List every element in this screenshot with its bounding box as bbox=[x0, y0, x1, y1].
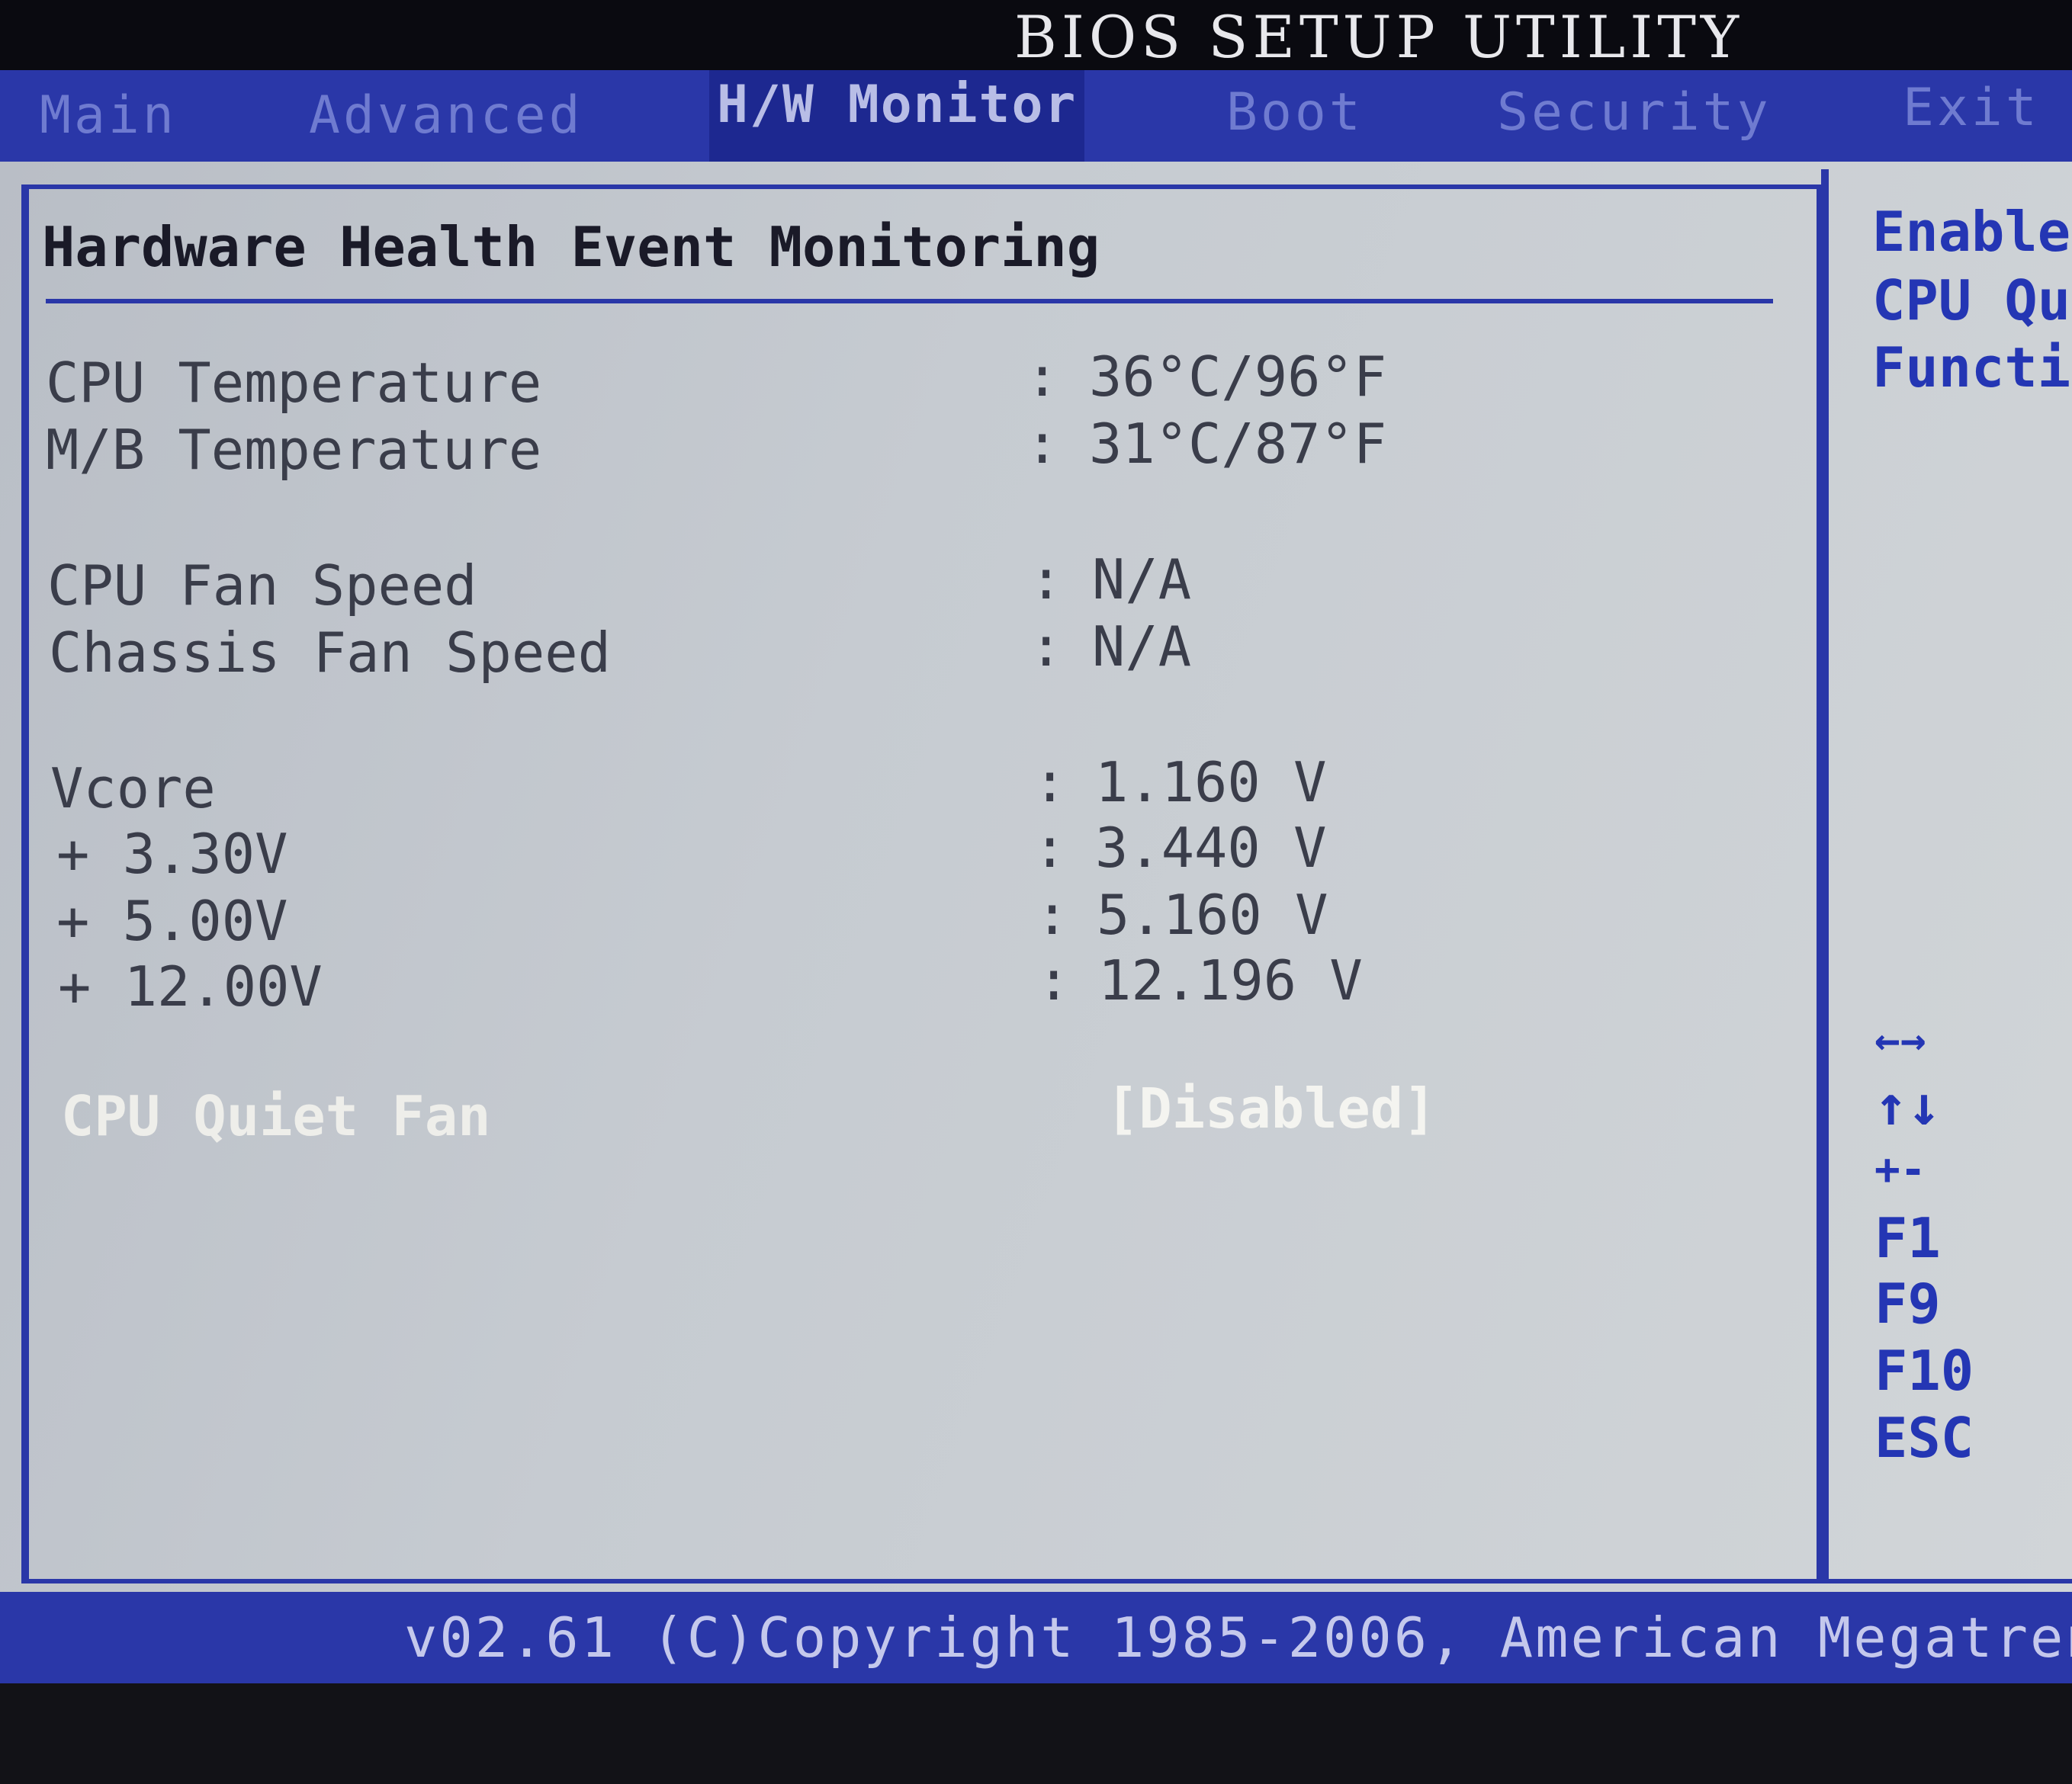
help-text-line: Enable bbox=[1872, 200, 2071, 264]
copyright-text: v02.61 (C)Copyright 1985-2006, American … bbox=[404, 1606, 2072, 1670]
separator-colon: : bbox=[1033, 750, 1067, 814]
key-f9: F9 bbox=[1874, 1272, 1941, 1336]
separator-colon: : bbox=[1026, 412, 1059, 476]
help-text-line: Functi bbox=[1872, 335, 2071, 399]
separator-colon: : bbox=[1026, 345, 1059, 409]
tab-boot[interactable]: Boot bbox=[1226, 82, 1364, 143]
reading-value-vcore: 1.160 V bbox=[1095, 750, 1327, 814]
help-text-line: CPU Qu bbox=[1872, 268, 2071, 332]
reading-label-mb-temp: M/B Temperature bbox=[46, 418, 542, 482]
monitor-bezel bbox=[0, 1683, 2072, 1784]
footer-bar: v02.61 (C)Copyright 1985-2006, American … bbox=[0, 1592, 2072, 1683]
reading-label-3v3: + 3.30V bbox=[56, 822, 288, 886]
separator-colon: : bbox=[1030, 547, 1063, 611]
key-esc: ESC bbox=[1874, 1406, 1974, 1470]
app-title: BIOS SETUP UTILITY bbox=[1014, 3, 1744, 71]
reading-label-chassis-fan: Chassis Fan Speed bbox=[49, 621, 611, 685]
reading-label-12v: + 12.00V bbox=[58, 955, 323, 1019]
separator-colon: : bbox=[1030, 614, 1063, 679]
key-f10: F10 bbox=[1874, 1339, 1974, 1403]
reading-value-cpu-fan: N/A bbox=[1092, 547, 1192, 611]
reading-value-3v3: 3.440 V bbox=[1095, 816, 1327, 880]
bios-screen: BIOS SETUP UTILITY Main Advanced H/W Mon… bbox=[0, 0, 2072, 1784]
section-divider bbox=[46, 299, 1773, 303]
plus-minus-key: +- bbox=[1874, 1145, 1926, 1195]
section-title: Hardware Health Event Monitoring bbox=[42, 215, 1100, 279]
cpu-quiet-fan-value[interactable]: [Disabled] bbox=[1106, 1076, 1436, 1141]
reading-label-vcore: Vcore bbox=[50, 756, 216, 820]
arrows-up-down-icon: ↑↓ bbox=[1874, 1073, 1941, 1137]
menu-bar: Main Advanced H/W Monitor Boot Security … bbox=[0, 70, 2072, 162]
reading-value-5v: 5.160 V bbox=[1097, 883, 1328, 947]
tab-advanced[interactable]: Advanced bbox=[309, 85, 583, 146]
separator-colon: : bbox=[1037, 948, 1071, 1012]
separator-colon: : bbox=[1036, 883, 1069, 947]
reading-value-mb-temp: 31°C/87°F bbox=[1089, 412, 1387, 476]
reading-label-5v: + 5.00V bbox=[56, 889, 288, 953]
tab-main[interactable]: Main bbox=[40, 85, 177, 146]
separator-colon: : bbox=[1033, 816, 1067, 880]
content-area: Hardware Health Event Monitoring CPU Tem… bbox=[0, 162, 2072, 1592]
reading-value-cpu-temp: 36°C/96°F bbox=[1089, 345, 1387, 409]
reading-value-chassis-fan: N/A bbox=[1092, 614, 1192, 679]
tab-exit[interactable]: Exit bbox=[1903, 78, 2040, 138]
title-bar: BIOS SETUP UTILITY bbox=[0, 0, 2072, 71]
tab-security[interactable]: Security bbox=[1497, 82, 1772, 143]
reading-value-12v: 12.196 V bbox=[1098, 948, 1363, 1012]
arrows-left-right-icon: ←→ bbox=[1874, 1016, 1926, 1065]
reading-label-cpu-fan: CPU Fan Speed bbox=[47, 553, 477, 618]
cpu-quiet-fan-option[interactable]: CPU Quiet Fan bbox=[61, 1084, 491, 1148]
reading-label-cpu-temp: CPU Temperature bbox=[46, 351, 542, 415]
key-f1: F1 bbox=[1874, 1206, 1941, 1270]
tab-hw-monitor[interactable]: H/W Monitor bbox=[709, 70, 1085, 162]
